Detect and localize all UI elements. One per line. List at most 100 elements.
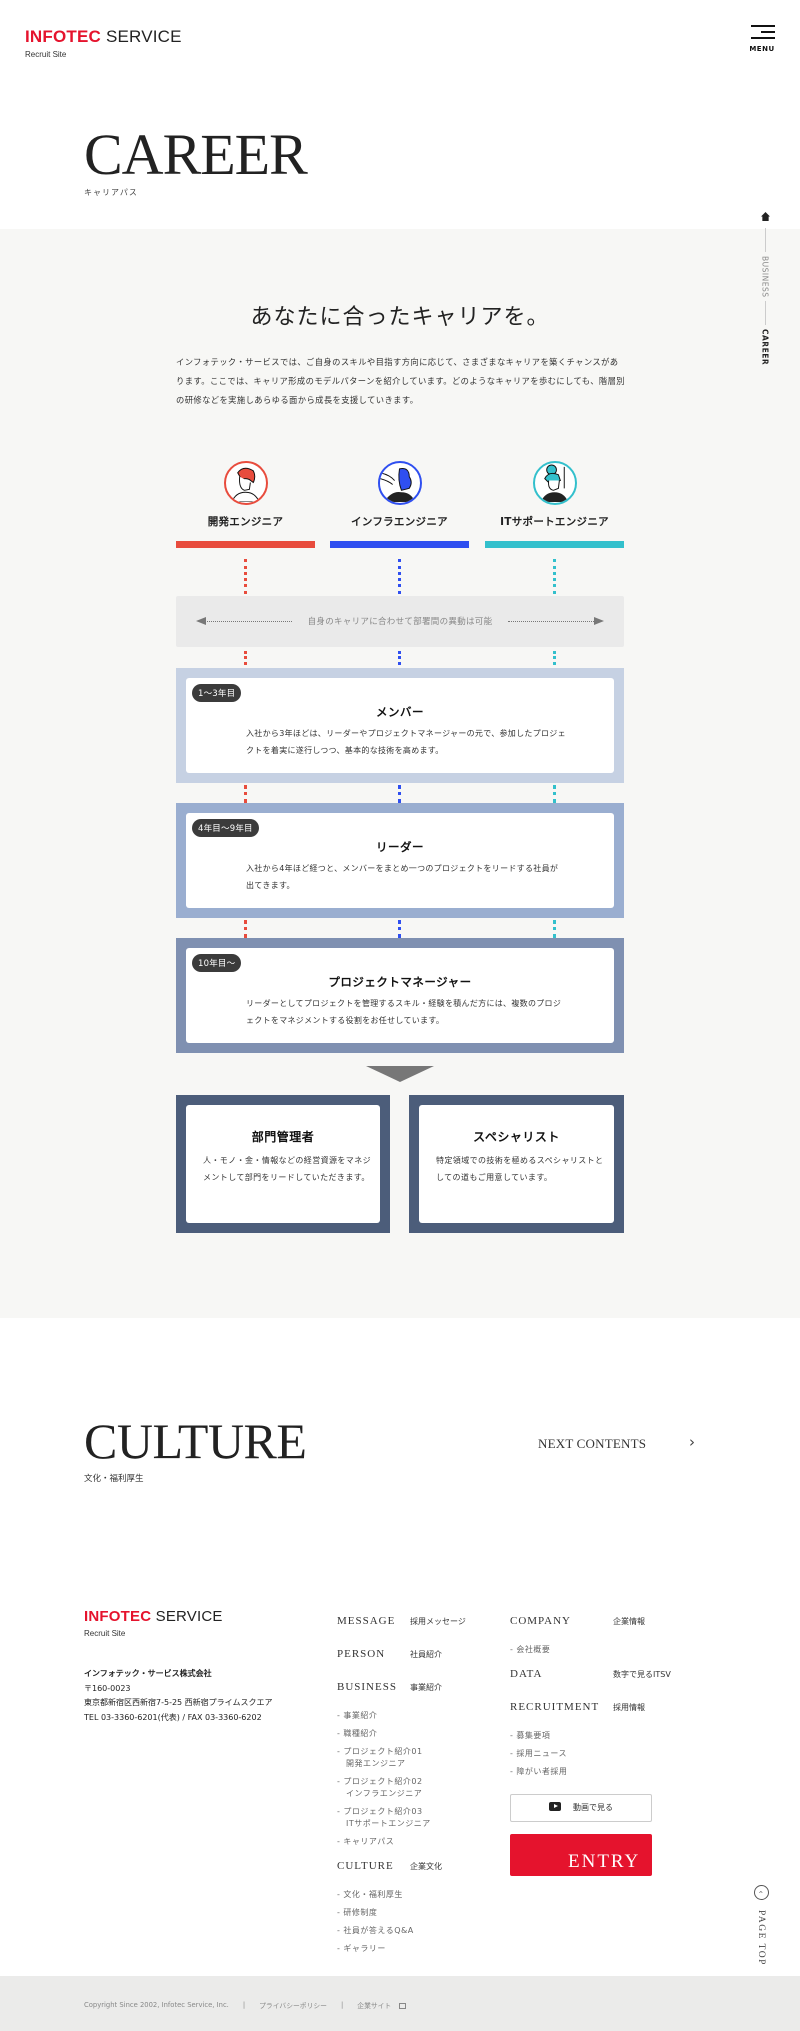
phone-fax: TEL 03-3360-6201(代表) / FAX 03-3360-6202 — [84, 1712, 262, 1722]
connector-line — [244, 785, 247, 803]
stage-description: 入社から4年ほど経つと、メンバーをまとめ一つのプロジェクトをリードする社員が出て… — [246, 864, 559, 890]
home-icon[interactable] — [757, 212, 773, 224]
footer-sub-link[interactable]: - 採用ニュース — [510, 1748, 690, 1760]
footer-sub-link[interactable]: - プロジェクト紹介03 ITサポートエンジニア — [337, 1806, 497, 1830]
footer-sub-link[interactable]: - 研修制度 — [337, 1907, 497, 1919]
footer-sub-link[interactable]: - 文化・福利厚生 — [337, 1889, 497, 1901]
footer-nav-heading-ja[interactable]: 数字で見るITSV — [613, 1669, 671, 1680]
footer-nav-heading[interactable]: MESSAGE — [337, 1615, 410, 1627]
company-name: インフォテック・サービス株式会社 — [84, 1669, 212, 1678]
stage-leader: 4年目〜9年目 リーダー 入社から4年ほど経つと、メンバーをまとめ一つのプロジェ… — [176, 803, 624, 918]
footer-nav-heading-ja[interactable]: 企業文化 — [410, 1861, 442, 1872]
side-nav-career[interactable]: CAREER — [761, 329, 770, 365]
career-section: あなたに合ったキャリアを。 インフォテック・サービスでは、ご自身のスキルや目指す… — [0, 229, 800, 1318]
connector-line — [398, 651, 401, 665]
menu-label: MENU — [749, 45, 775, 53]
footer-nav-group[interactable]: DATA 数字で見るITSV — [510, 1668, 690, 1701]
play-video-icon — [549, 1802, 561, 1811]
next-contents-title[interactable]: CULTURE 文化・福利厚生 — [84, 1413, 307, 1484]
career-catchphrase: あなたに合ったキャリアを。 — [250, 305, 550, 330]
footer-sub-link-label: - プロジェクト紹介03 — [337, 1807, 423, 1816]
footer-logo[interactable]: INFOTEC SERVICE Recruit Site — [84, 1609, 223, 1638]
footer-sub-link[interactable]: - プロジェクト紹介01 開発エンジニア — [337, 1746, 497, 1770]
footer-nav-heading[interactable]: RECRUITMENT — [510, 1701, 613, 1713]
footer-sub-link-label: - プロジェクト紹介02 — [337, 1777, 423, 1786]
footer-sub-link[interactable]: - 会社概要 — [510, 1644, 690, 1656]
logo-brand: INFOTEC — [25, 27, 102, 46]
final-description: 特定領域での技術を極めるスペシャリストとしての道もご用意しています。 — [436, 1156, 604, 1182]
footer-sub-link[interactable]: - キャリアパス — [337, 1836, 497, 1848]
page-top-label: PAGE TOP — [756, 1910, 766, 1966]
connector-line — [244, 559, 247, 594]
job-column-infra: インフラエンジニア — [330, 461, 469, 548]
stage-badge: 1〜3年目 — [192, 684, 242, 702]
footer-nav-group[interactable]: MESSAGE 採用メッセージ — [337, 1615, 497, 1648]
logo-brand: INFOTEC — [84, 1608, 152, 1625]
next-contents-link[interactable]: NEXT CONTENTS — [538, 1436, 646, 1452]
footer-sub-link[interactable]: - 社員が答えるQ&A — [337, 1925, 497, 1937]
side-nav-business[interactable]: BUSINESS — [761, 256, 770, 297]
footer-nav-heading[interactable]: CULTURE — [337, 1860, 410, 1872]
footer-nav-heading-ja[interactable]: 企業情報 — [613, 1616, 645, 1627]
privacy-policy-link[interactable]: プライバシーポリシー — [259, 2000, 327, 2010]
final-title: スペシャリスト — [473, 1130, 560, 1144]
footer-nav-heading[interactable]: PERSON — [337, 1648, 410, 1660]
corporate-site-link[interactable]: 企業サイト — [357, 2000, 407, 2010]
divider — [764, 301, 766, 326]
footer-nav-heading-ja[interactable]: 事業紹介 — [410, 1682, 442, 1693]
transfer-band: 自身のキャリアに合わせて部署間の異動は可能 — [176, 596, 624, 647]
footer-sub-link-label-line2: 開発エンジニア — [346, 1759, 406, 1768]
stage-title: プロジェクトマネージャー — [328, 975, 472, 989]
footer-nav-heading-ja[interactable]: 採用メッセージ — [410, 1616, 466, 1627]
footer-nav-heading[interactable]: DATA — [510, 1668, 613, 1680]
footer-sub-link[interactable]: - プロジェクト紹介02 インフラエンジニア — [337, 1776, 497, 1800]
job-column-it-support: ITサポートエンジニア — [485, 461, 624, 548]
footer-sub-link[interactable]: - 事業紹介 — [337, 1710, 497, 1722]
arrow-right-icon — [594, 617, 604, 625]
footer-nav-heading[interactable]: BUSINESS — [337, 1681, 410, 1693]
chevron-right-icon[interactable]: › — [689, 1433, 695, 1451]
footer-sub-link-label-line2: インフラエンジニア — [346, 1789, 423, 1798]
stage-member: 1〜3年目 メンバー 入社から3年ほどは、リーダーやプロジェクトマネージャーの元… — [176, 668, 624, 783]
logo-service: SERVICE — [155, 1608, 223, 1625]
site-logo[interactable]: INFOTEC SERVICE Recruit Site — [25, 28, 182, 59]
footer-sub-link[interactable]: - ギャラリー — [337, 1943, 497, 1955]
page-top-button[interactable]: ‹ PAGE TOP — [751, 1885, 771, 1966]
footer-nav-group[interactable]: PERSON 社員紹介 — [337, 1648, 497, 1681]
next-title: CULTURE — [84, 1413, 307, 1469]
job-column-developer: 開発エンジニア — [176, 461, 315, 548]
watch-video-button[interactable]: 動画で見る — [510, 1794, 652, 1822]
address: 東京都新宿区西新宿7-5-25 西新宿プライムスクエア — [84, 1698, 273, 1707]
job-columns: 開発エンジニア インフラエンジニア ITサポートエンジニア — [176, 461, 624, 548]
footer-sub-link[interactable]: - 障がい者採用 — [510, 1766, 690, 1778]
footer-sub-link-label-line2: ITサポートエンジニア — [346, 1819, 431, 1828]
side-breadcrumb: BUSINESS CAREER — [757, 212, 773, 366]
footer-sub-link-label: - 社員が答えるQ&A — [337, 1926, 414, 1935]
copyright-bar: Copyright Since 2002, Infotec Service, I… — [0, 1976, 800, 2031]
job-color-bar — [176, 541, 315, 548]
footer-sub-link-label: - 研修制度 — [337, 1908, 378, 1917]
hamburger-icon — [749, 24, 775, 39]
entry-button[interactable]: ENTRY — [510, 1834, 652, 1876]
footer-sub-link[interactable]: - 職種紹介 — [337, 1728, 497, 1740]
stage-title: メンバー — [376, 705, 424, 719]
final-card-specialist: スペシャリスト 特定領域での技術を極めるスペシャリストとしての道もご用意していま… — [409, 1095, 624, 1233]
footer-nav-col-1: MESSAGE 採用メッセージ PERSON 社員紹介 BUSINESS 事業紹介 - 事業… — [337, 1615, 497, 1967]
footer-sub-link-label: - 職種紹介 — [337, 1729, 378, 1738]
separator: | — [242, 2001, 246, 2009]
page-subtitle: キャリアパス — [84, 188, 138, 197]
next-subtitle: 文化・福利厚生 — [84, 1474, 144, 1484]
job-color-bar — [485, 541, 624, 548]
footer-nav-heading-ja[interactable]: 社員紹介 — [410, 1649, 442, 1660]
menu-button[interactable]: MENU — [749, 24, 775, 53]
footer-nav-heading[interactable]: COMPANY — [510, 1615, 613, 1627]
page-title-block: CAREER キャリアパス — [84, 126, 308, 198]
footer-nav-col-2: COMPANY 企業情報 - 会社概要 DATA 数字で見るITSV RECRUITMEN… — [510, 1615, 690, 1790]
footer-nav-heading-ja[interactable]: 採用情報 — [613, 1702, 645, 1713]
connector-line — [398, 559, 401, 594]
chevron-up-icon: ‹ — [753, 1885, 769, 1900]
footer-sub-link-label: - 会社概要 — [510, 1645, 551, 1654]
footer-sub-link[interactable]: - 募集要項 — [510, 1730, 690, 1742]
down-triangle-icon — [366, 1066, 434, 1082]
separator: | — [340, 2001, 344, 2009]
